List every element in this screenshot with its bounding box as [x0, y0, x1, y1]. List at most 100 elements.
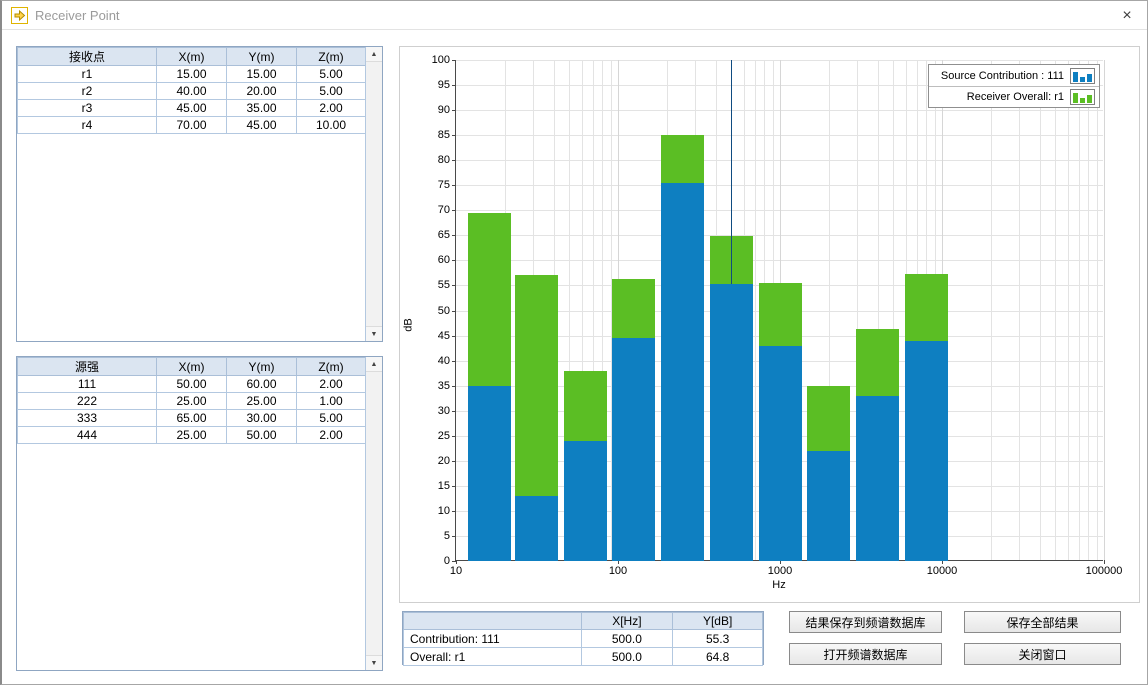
scroll-down-icon[interactable]: ▼ [366, 655, 382, 670]
table-cell[interactable]: r2 [18, 83, 157, 100]
cursor-line[interactable] [731, 60, 732, 284]
column-header: 接收点 [18, 48, 157, 66]
scroll-down-icon[interactable]: ▼ [366, 326, 382, 341]
legend-item-receiver-overall[interactable]: Receiver Overall: r1 [929, 86, 1099, 107]
table-cell[interactable]: 45.00 [227, 117, 297, 134]
y-tick-label: 75 [408, 179, 450, 191]
column-header [404, 613, 582, 630]
table-cell[interactable]: 15.00 [227, 66, 297, 83]
y-tick-mark [452, 135, 456, 136]
table-cell[interactable]: 5.00 [297, 83, 366, 100]
table-row: r240.0020.005.00 [18, 83, 366, 100]
y-tick-mark [452, 85, 456, 86]
table-cell[interactable]: 10.00 [297, 117, 366, 134]
chart-bar [856, 396, 899, 561]
table-cell[interactable]: 111 [18, 376, 157, 393]
column-header: X[Hz] [581, 613, 673, 630]
save-all-results-button[interactable]: 保存全部结果 [964, 611, 1121, 633]
y-tick-label: 55 [408, 279, 450, 291]
y-tick-label: 60 [408, 254, 450, 266]
table-cell[interactable]: r3 [18, 100, 157, 117]
table-row: 33365.0030.005.00 [18, 410, 366, 427]
y-tick-mark [452, 210, 456, 211]
column-header: X(m) [157, 358, 227, 376]
table-cell[interactable]: 60.00 [227, 376, 297, 393]
scroll-up-icon[interactable]: ▲ [366, 357, 382, 372]
table-cell[interactable]: 15.00 [157, 66, 227, 83]
table-cell[interactable]: 65.00 [157, 410, 227, 427]
source-strength-table[interactable]: 源强X(m)Y(m)Z(m)11150.0060.002.0022225.002… [17, 357, 366, 444]
y-tick-mark [452, 411, 456, 412]
table-cell[interactable]: 333 [18, 410, 157, 427]
table-row: 11150.0060.002.00 [18, 376, 366, 393]
x-tick-label: 100 [578, 565, 658, 577]
table-cell: Overall: r1 [404, 648, 582, 666]
source-table-scrollbar[interactable]: ▲ ▼ [365, 357, 382, 670]
chart-bar [905, 341, 948, 561]
gridline-vertical [1040, 60, 1041, 560]
table-cell[interactable]: 2.00 [297, 376, 366, 393]
table-cell[interactable]: 45.00 [157, 100, 227, 117]
close-icon[interactable]: × [1111, 1, 1143, 30]
table-cell[interactable]: 5.00 [297, 410, 366, 427]
y-tick-label: 70 [408, 204, 450, 216]
table-cell[interactable]: 25.00 [227, 393, 297, 410]
table-cell[interactable]: 20.00 [227, 83, 297, 100]
table-cell[interactable]: 2.00 [297, 100, 366, 117]
chart-bar [807, 451, 850, 561]
table-cell[interactable]: 222 [18, 393, 157, 410]
y-tick-mark [452, 461, 456, 462]
table-cell[interactable]: 35.00 [227, 100, 297, 117]
spectrum-plot[interactable]: Source Contribution : 111 Receiver Overa… [455, 60, 1103, 561]
y-tick-label: 90 [408, 104, 450, 116]
column-header: Z(m) [297, 358, 366, 376]
x-axis-label: Hz [455, 579, 1103, 591]
close-window-button[interactable]: 关闭窗口 [964, 643, 1121, 665]
table-cell[interactable]: 444 [18, 427, 157, 444]
table-cell[interactable]: 40.00 [157, 83, 227, 100]
table-cell: 500.0 [581, 648, 673, 666]
y-tick-label: 40 [408, 355, 450, 367]
table-cell[interactable]: 70.00 [157, 117, 227, 134]
chart-bar [515, 496, 558, 561]
y-tick-mark [452, 160, 456, 161]
table-cell[interactable]: 1.00 [297, 393, 366, 410]
scroll-up-icon[interactable]: ▲ [366, 47, 382, 62]
gridline-vertical [1068, 60, 1069, 560]
chart-bar [468, 386, 511, 561]
save-to-spectrum-db-button[interactable]: 结果保存到频谱数据库 [789, 611, 942, 633]
source-strength-panel: 源强X(m)Y(m)Z(m)11150.0060.002.0022225.002… [16, 356, 383, 671]
table-cell[interactable]: 2.00 [297, 427, 366, 444]
table-row: r470.0045.0010.00 [18, 117, 366, 134]
table-cell[interactable]: 25.00 [157, 427, 227, 444]
table-cell[interactable]: 50.00 [227, 427, 297, 444]
y-tick-mark [452, 60, 456, 61]
chart-bar [759, 346, 802, 561]
table-cell[interactable]: 5.00 [297, 66, 366, 83]
y-tick-mark [452, 285, 456, 286]
column-header: 源强 [18, 358, 157, 376]
y-tick-label: 95 [408, 79, 450, 91]
y-tick-label: 25 [408, 430, 450, 442]
cursor-readout-panel: X[Hz]Y[dB]Contribution: 111500.055.3Over… [402, 611, 764, 665]
y-tick-mark [452, 311, 456, 312]
open-spectrum-db-button[interactable]: 打开频谱数据库 [789, 643, 942, 665]
table-cell: 500.0 [581, 630, 673, 648]
table-cell[interactable]: 25.00 [157, 393, 227, 410]
y-tick-mark [452, 436, 456, 437]
table-cell[interactable]: r1 [18, 66, 157, 83]
table-row: 44425.0050.002.00 [18, 427, 366, 444]
y-tick-mark [452, 260, 456, 261]
table-row: 22225.0025.001.00 [18, 393, 366, 410]
chart-bar [661, 183, 704, 561]
receiver-points-table[interactable]: 接收点X(m)Y(m)Z(m)r115.0015.005.00r240.0020… [17, 47, 366, 134]
y-tick-label: 35 [408, 380, 450, 392]
legend-item-source-contribution[interactable]: Source Contribution : 111 [929, 65, 1099, 86]
y-tick-label: 5 [408, 530, 450, 542]
table-cell: Contribution: 111 [404, 630, 582, 648]
table-cell: 55.3 [673, 630, 763, 648]
table-cell[interactable]: r4 [18, 117, 157, 134]
receiver-table-scrollbar[interactable]: ▲ ▼ [365, 47, 382, 341]
table-cell[interactable]: 30.00 [227, 410, 297, 427]
table-cell[interactable]: 50.00 [157, 376, 227, 393]
